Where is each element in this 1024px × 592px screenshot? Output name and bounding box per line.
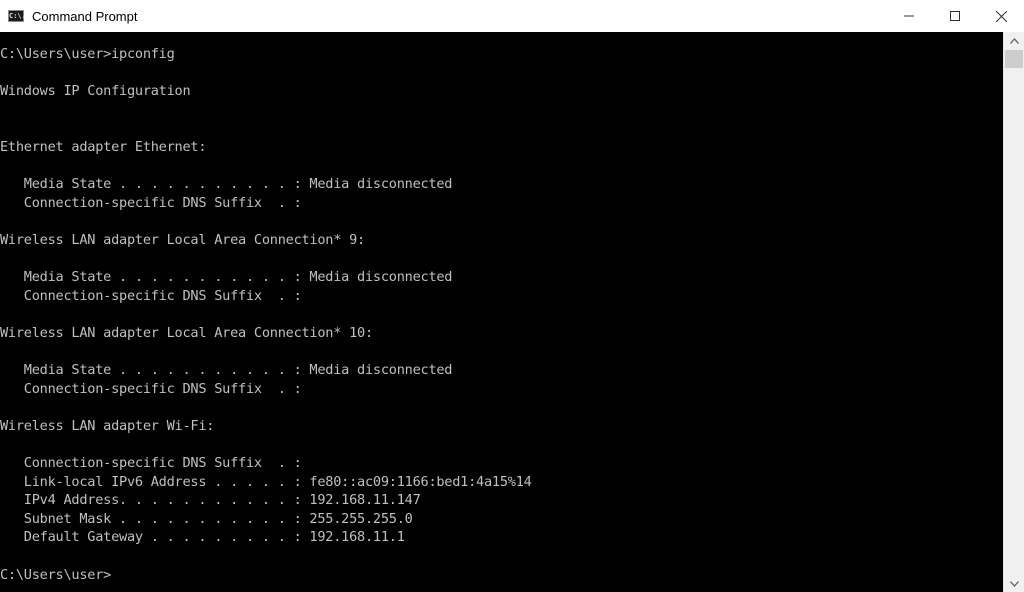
chevron-down-icon xyxy=(1009,580,1019,587)
minimize-icon xyxy=(904,15,914,17)
window-title: Command Prompt xyxy=(32,8,138,24)
scroll-thumb[interactable] xyxy=(1005,50,1023,68)
console-line: IPv4 Address. . . . . . . . . . . : 192.… xyxy=(0,492,421,509)
window-controls xyxy=(886,0,1024,32)
console-line: Ethernet adapter Ethernet: xyxy=(0,138,207,155)
vertical-scrollbar[interactable] xyxy=(1003,32,1024,592)
console-line: Media State . . . . . . . . . . . : Medi… xyxy=(0,362,453,379)
close-icon xyxy=(995,10,1007,22)
console-line: Connection-specific DNS Suffix . : xyxy=(0,194,302,211)
scroll-up-button[interactable] xyxy=(1004,32,1024,49)
console-line: C:\Users\user>ipconfig xyxy=(0,46,175,62)
console-line: Subnet Mask . . . . . . . . . . . : 255.… xyxy=(0,510,413,527)
maximize-icon xyxy=(950,11,960,21)
maximize-button[interactable] xyxy=(932,0,978,32)
minimize-button[interactable] xyxy=(886,0,932,32)
console-line: Wireless LAN adapter Local Area Connecti… xyxy=(0,231,365,248)
console-line: Connection-specific DNS Suffix . : xyxy=(0,380,302,397)
console-line: Default Gateway . . . . . . . . . : 192.… xyxy=(0,529,405,546)
console-line: Connection-specific DNS Suffix . : xyxy=(0,455,302,472)
console-line: Link-local IPv6 Address . . . . . : fe80… xyxy=(0,473,532,490)
console-line: Connection-specific DNS Suffix . : xyxy=(0,287,302,304)
title-bar[interactable]: C:\. Command Prompt xyxy=(0,0,1024,32)
console-output[interactable]: C:\Users\user>ipconfig Windows IP Config… xyxy=(0,32,1003,592)
console-text: C:\Users\user>ipconfig Windows IP Config… xyxy=(0,32,1003,584)
scroll-down-button[interactable] xyxy=(1004,575,1024,592)
console-line: Media State . . . . . . . . . . . : Medi… xyxy=(0,269,453,286)
chevron-up-icon xyxy=(1009,37,1019,44)
cmd-icon: C:\. xyxy=(8,10,26,22)
console-line: Wireless LAN adapter Wi-Fi: xyxy=(0,417,215,434)
console-line: Wireless LAN adapter Local Area Connecti… xyxy=(0,324,373,341)
console-line: Windows IP Configuration xyxy=(0,83,191,100)
console-line: Media State . . . . . . . . . . . : Medi… xyxy=(0,176,453,193)
close-button[interactable] xyxy=(978,0,1024,32)
console-line: C:\Users\user> xyxy=(0,566,112,583)
